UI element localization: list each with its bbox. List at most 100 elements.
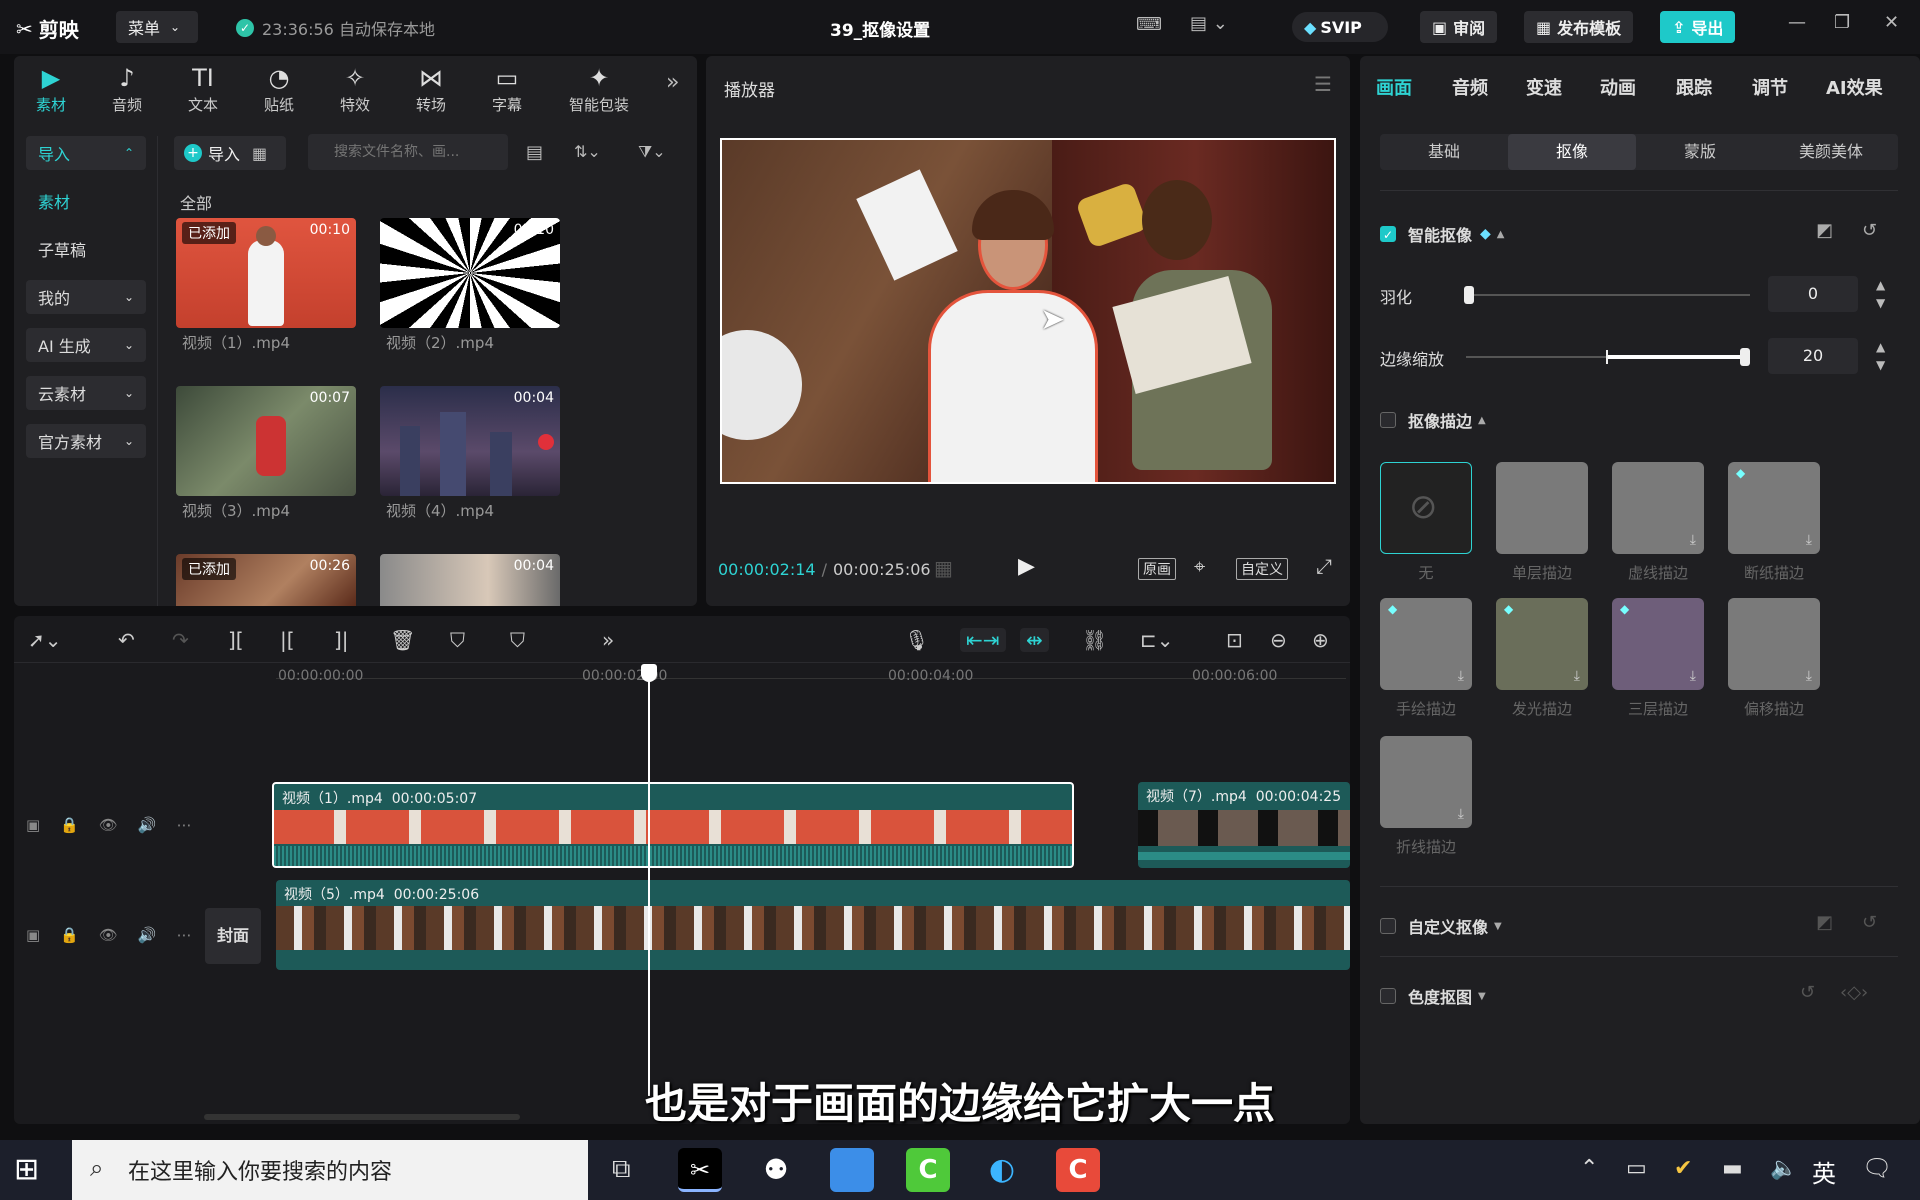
view-toggle-icon[interactable]: ▤ bbox=[526, 142, 543, 163]
stroke-dashed[interactable]: ⤓ bbox=[1612, 462, 1704, 554]
stroke-offset[interactable]: ⤓ bbox=[1728, 598, 1820, 690]
stroke-single[interactable] bbox=[1496, 462, 1588, 554]
tab-speed[interactable]: 变速 bbox=[1526, 74, 1562, 100]
more-tools-icon[interactable]: » bbox=[602, 628, 614, 652]
more-icon[interactable]: ⋯ bbox=[177, 926, 192, 944]
smart-cutout-checkbox[interactable]: ✓ bbox=[1380, 226, 1396, 242]
stroke-glow[interactable]: ◆ ⤓ bbox=[1496, 598, 1588, 690]
stroke-hand[interactable]: ◆ ⤓ bbox=[1380, 598, 1472, 690]
tab-smart-pack[interactable]: ✦ 智能包装 bbox=[554, 62, 644, 115]
tab-picture[interactable]: 画面 bbox=[1376, 74, 1412, 100]
focus-icon[interactable]: ⌖ bbox=[1194, 554, 1205, 578]
feather-slider-handle[interactable] bbox=[1464, 286, 1474, 304]
subtab-basic[interactable]: 基础 bbox=[1380, 134, 1508, 170]
taskbar-search[interactable]: ⌕ 在这里输入你要搜索的内容 bbox=[72, 1140, 588, 1200]
layout-icon[interactable]: ▤ ⌄ bbox=[1190, 13, 1228, 34]
review-button[interactable]: ▣ 审阅 bbox=[1420, 11, 1498, 43]
tab-subtitle[interactable]: ▭ 字幕 bbox=[472, 62, 542, 115]
media-item-4[interactable]: 00:04 bbox=[380, 386, 560, 496]
zoom-out-icon[interactable]: ⊖ bbox=[1270, 628, 1287, 652]
feather-slider[interactable] bbox=[1466, 294, 1750, 296]
volume-icon[interactable]: 🔊 bbox=[138, 816, 157, 834]
stroke-triple[interactable]: ◆ ⤓ bbox=[1612, 598, 1704, 690]
notification-icon[interactable]: 🗨 bbox=[1862, 1154, 1892, 1182]
eye-icon[interactable]: 👁 bbox=[99, 926, 118, 944]
security-check-icon[interactable]: ✔ bbox=[1674, 1156, 1692, 1181]
playhead-handle[interactable] bbox=[641, 664, 657, 682]
split-left-icon[interactable]: |[ bbox=[280, 628, 295, 652]
marker-icon[interactable]: ⛉ bbox=[510, 628, 525, 652]
media-item-6[interactable]: 00:04 bbox=[380, 554, 560, 606]
tab-ai-effect[interactable]: AI效果 bbox=[1826, 74, 1883, 100]
maximize-icon[interactable]: ❐ bbox=[1834, 12, 1850, 33]
camtasia-red-app-icon[interactable]: C bbox=[1056, 1148, 1100, 1192]
battery-icon[interactable]: ▬ bbox=[1722, 1156, 1743, 1181]
main-track-magnet-icon[interactable]: ⇤⇥ bbox=[960, 628, 1006, 652]
microphone-icon[interactable]: 🎙 bbox=[904, 628, 929, 652]
custom-ratio-button[interactable]: 自定义 bbox=[1236, 558, 1288, 580]
tab-audio[interactable]: ♪ 音频 bbox=[92, 62, 162, 115]
clip-video-5[interactable]: 视频（5）.mp4 00:00:25:06 bbox=[276, 880, 1350, 970]
edge-scale-slider-handle[interactable] bbox=[1740, 348, 1750, 366]
link-icon[interactable]: ⛓ bbox=[1082, 628, 1107, 652]
menu-button[interactable]: 菜单 ⌄ bbox=[116, 11, 198, 43]
export-button[interactable]: ⇪ 导出 bbox=[1660, 11, 1736, 43]
fullscreen-icon[interactable]: ⤢ bbox=[1316, 554, 1332, 578]
sidebar-item-mine[interactable]: 我的 ⌄ bbox=[26, 280, 146, 314]
lock-icon[interactable]: 🔒 bbox=[60, 926, 79, 944]
play-icon[interactable]: ▶ bbox=[1018, 554, 1035, 579]
tab-adjust[interactable]: 调节 bbox=[1752, 74, 1788, 100]
tab-text[interactable]: TI 文本 bbox=[168, 62, 238, 115]
more-tabs-icon[interactable]: » bbox=[666, 70, 679, 95]
redo-icon[interactable]: ↷ bbox=[172, 628, 189, 652]
stroke-torn[interactable]: ◆ ⤓ bbox=[1728, 462, 1820, 554]
sidebar-item-official[interactable]: 官方素材 ⌄ bbox=[26, 424, 146, 458]
clip-video-7[interactable]: 视频（7）.mp4 00:00:04:25 bbox=[1138, 782, 1350, 868]
keyboard-icon[interactable]: ⌨ bbox=[1136, 14, 1162, 35]
split-right-icon[interactable]: ]| bbox=[334, 628, 349, 652]
cutout-stroke-checkbox[interactable] bbox=[1380, 412, 1396, 428]
publish-template-button[interactable]: ▦ 发布模板 bbox=[1524, 11, 1634, 43]
media-player-app-icon[interactable]: ⚉ bbox=[754, 1148, 798, 1192]
tab-animation[interactable]: 动画 bbox=[1600, 74, 1636, 100]
stroke-polyline[interactable]: ⤓ bbox=[1380, 736, 1472, 828]
marker-add-icon[interactable]: ⛉ bbox=[450, 628, 465, 652]
sidebar-item-cloud[interactable]: 云素材 ⌄ bbox=[26, 376, 146, 410]
tab-tracking[interactable]: 跟踪 bbox=[1676, 74, 1712, 100]
chevron-down-icon[interactable]: ▼ bbox=[1494, 921, 1502, 932]
chroma-key-checkbox[interactable] bbox=[1380, 988, 1396, 1004]
close-icon[interactable]: ✕ bbox=[1884, 12, 1899, 33]
windows-start-icon[interactable]: ⊞ bbox=[14, 1152, 39, 1187]
sort-icon[interactable]: ⇅⌄ bbox=[574, 142, 601, 161]
network-icon[interactable]: ▭ bbox=[1626, 1156, 1647, 1181]
svip-button[interactable]: ◆ SVIP bbox=[1292, 12, 1388, 42]
chevron-up-icon[interactable]: ▲ bbox=[1497, 229, 1505, 240]
camtasia-green-app-icon[interactable]: C bbox=[906, 1148, 950, 1192]
stepper-icon[interactable]: ▲ ▼ bbox=[1876, 338, 1885, 374]
sidebar-item-subdraft[interactable]: 子草稿 bbox=[26, 232, 146, 266]
minimize-icon[interactable]: — bbox=[1788, 12, 1806, 33]
tab-transition[interactable]: ⋈ 转场 bbox=[396, 62, 466, 115]
media-item-3[interactable]: 00:07 bbox=[176, 386, 356, 496]
chevron-up-icon[interactable]: ⌃ bbox=[1580, 1156, 1598, 1181]
tab-effect[interactable]: ✧ 特效 bbox=[320, 62, 390, 115]
chevron-up-icon[interactable]: ▲ bbox=[1478, 415, 1486, 426]
auto-snap-icon[interactable]: ⇹ bbox=[1020, 628, 1049, 652]
keyframe-icon[interactable]: ◩ bbox=[1816, 220, 1833, 241]
subtab-beauty[interactable]: 美颜美体 bbox=[1764, 134, 1898, 170]
original-quality-button[interactable]: 原画 bbox=[1138, 558, 1176, 580]
capcut-app-icon[interactable]: ✂ bbox=[678, 1148, 722, 1192]
preview-axis-icon[interactable]: ⊏⌄ bbox=[1140, 628, 1174, 652]
input-method[interactable]: 英 bbox=[1812, 1154, 1836, 1189]
stepper-icon[interactable]: ▲ ▼ bbox=[1876, 276, 1885, 312]
lock-icon[interactable]: 🔒 bbox=[60, 816, 79, 834]
split-icon[interactable]: ][ bbox=[228, 628, 244, 652]
task-view-icon[interactable]: ⧉ bbox=[612, 1154, 631, 1185]
reset-icon[interactable]: ↺ bbox=[1862, 220, 1877, 241]
zoom-in-icon[interactable]: ⊕ bbox=[1312, 628, 1329, 652]
select-tool-icon[interactable]: ➚⌄ bbox=[28, 628, 62, 652]
cover-button[interactable]: 封面 bbox=[205, 908, 261, 964]
edge-browser-icon[interactable]: ◐ bbox=[980, 1148, 1024, 1192]
tab-sticker[interactable]: ◔ 贴纸 bbox=[244, 62, 314, 115]
sidebar-item-media[interactable]: 素材 bbox=[26, 184, 146, 218]
